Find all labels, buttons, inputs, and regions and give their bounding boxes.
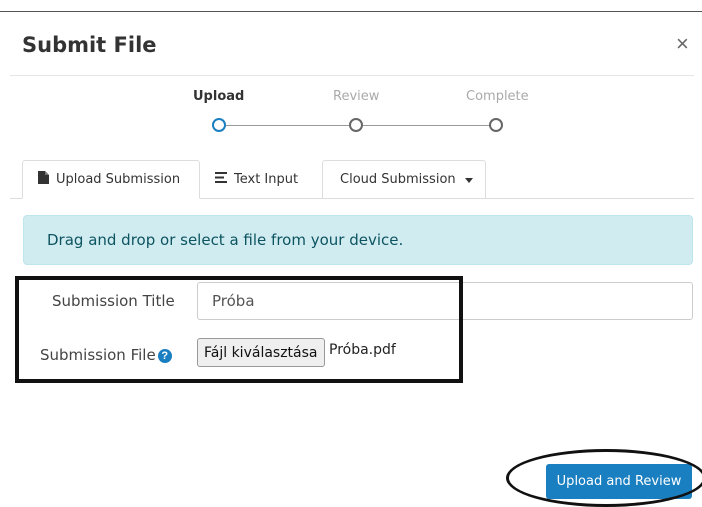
step-upload-circle: [212, 118, 226, 132]
header-divider: [10, 75, 694, 76]
tab-label: Upload Submission: [56, 172, 181, 187]
modal-title: Submit File: [22, 33, 157, 57]
step-connector: [362, 125, 490, 126]
annotation-rectangle: [15, 276, 463, 383]
tab-text-input[interactable]: Text Input: [215, 160, 298, 198]
tab-label: Cloud Submission: [340, 172, 456, 187]
close-button[interactable]: ×: [676, 33, 689, 55]
step-upload-label: Upload: [193, 89, 245, 104]
step-review-circle: [349, 118, 363, 132]
top-border: [0, 11, 702, 12]
tab-upload-submission[interactable]: Upload Submission: [22, 160, 200, 199]
tab-label: Text Input: [234, 171, 299, 187]
align-left-icon: [215, 171, 227, 187]
alert-text: Drag and drop or select a file from your…: [47, 231, 404, 249]
step-review-label: Review: [333, 89, 380, 104]
info-alert: Drag and drop or select a file from your…: [23, 215, 693, 265]
step-complete-label: Complete: [466, 89, 529, 104]
file-icon: [38, 171, 49, 188]
step-connector: [226, 125, 350, 126]
tab-cloud-submission[interactable]: Cloud Submission: [322, 160, 486, 198]
caret-down-icon: [464, 172, 473, 187]
step-complete-circle: [489, 118, 503, 132]
annotation-ellipse: [506, 449, 702, 507]
